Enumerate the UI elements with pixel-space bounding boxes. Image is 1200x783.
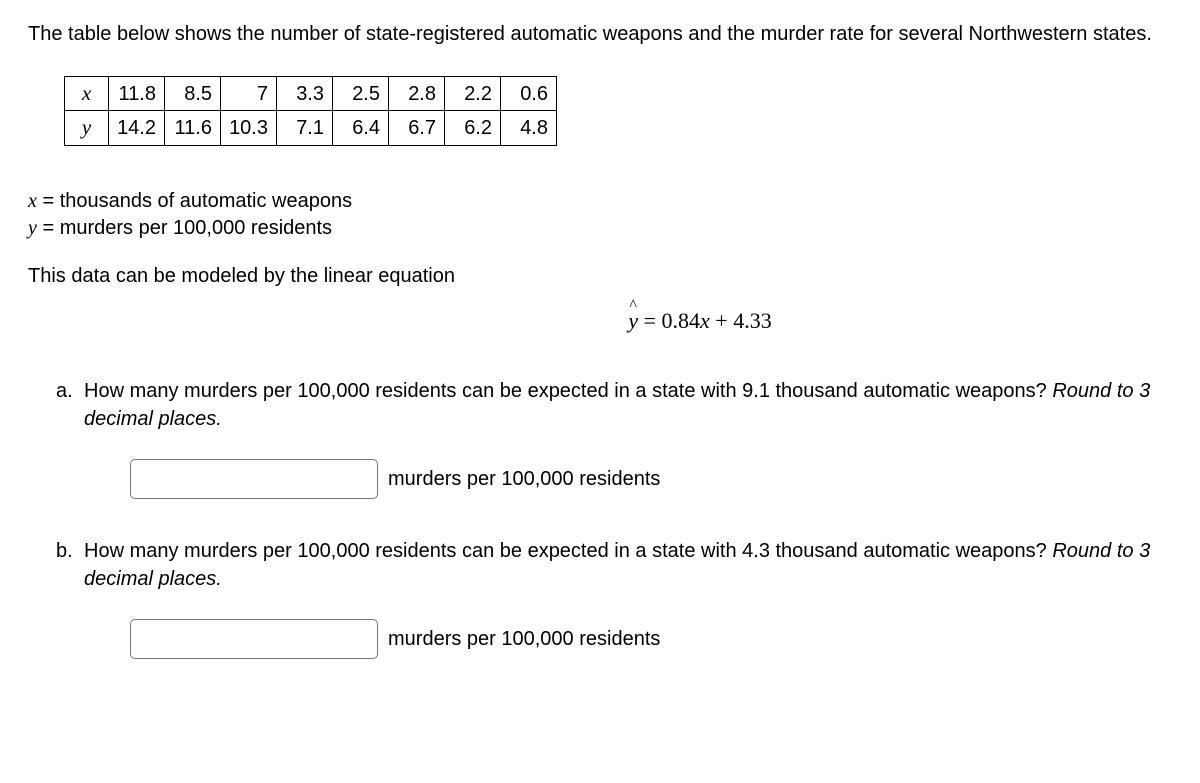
answer-row-b: murders per 100,000 residents xyxy=(56,619,1172,659)
plus: + xyxy=(710,308,733,333)
table-row-x: x 11.8 8.5 7 3.3 2.5 2.8 2.2 0.6 xyxy=(65,77,557,111)
q-a-text: How many murders per 100,000 residents c… xyxy=(84,380,1052,402)
question-a: a. How many murders per 100,000 resident… xyxy=(56,377,1172,433)
question-letter: a. xyxy=(56,377,80,433)
answer-input-b[interactable] xyxy=(130,619,378,659)
row-header-y: y xyxy=(65,111,109,145)
model-prompt: This data can be modeled by the linear e… xyxy=(28,262,1172,290)
table-cell: 2.8 xyxy=(389,77,445,111)
regression-equation: y = 0.84x + 4.33 xyxy=(28,306,1172,337)
table-cell: 11.8 xyxy=(109,77,165,111)
table-cell: 4.8 xyxy=(501,111,557,145)
y-definition: y = murders per 100,000 residents xyxy=(28,215,1172,242)
x-eq: = xyxy=(37,190,60,212)
variable-definitions: x = thousands of automatic weapons y = m… xyxy=(28,188,1172,242)
q-b-text: How many murders per 100,000 residents c… xyxy=(84,540,1052,562)
answer-unit-a: murders per 100,000 residents xyxy=(388,465,660,493)
x-var: x xyxy=(28,190,37,212)
table-cell: 10.3 xyxy=(221,111,277,145)
table-cell: 2.5 xyxy=(333,77,389,111)
table-cell: 11.6 xyxy=(165,111,221,145)
question-text: How many murders per 100,000 residents c… xyxy=(84,377,1172,433)
table-cell: 3.3 xyxy=(277,77,333,111)
questions: a. How many murders per 100,000 resident… xyxy=(28,377,1172,659)
table-cell: 6.2 xyxy=(445,111,501,145)
data-table: x 11.8 8.5 7 3.3 2.5 2.8 2.2 0.6 y 14.2 … xyxy=(64,76,557,146)
y-hat: y xyxy=(628,306,638,337)
table-cell: 7.1 xyxy=(277,111,333,145)
answer-row-a: murders per 100,000 residents xyxy=(56,459,1172,499)
x-desc: thousands of automatic weapons xyxy=(60,190,352,212)
row-header-x: x xyxy=(65,77,109,111)
table-row-y: y 14.2 11.6 10.3 7.1 6.4 6.7 6.2 4.8 xyxy=(65,111,557,145)
equals: = xyxy=(638,308,661,333)
y-desc: murders per 100,000 residents xyxy=(60,217,332,239)
table-cell: 0.6 xyxy=(501,77,557,111)
table-cell: 2.2 xyxy=(445,77,501,111)
question-text: How many murders per 100,000 residents c… xyxy=(84,537,1172,593)
question-b: b. How many murders per 100,000 resident… xyxy=(56,537,1172,593)
table-cell: 6.4 xyxy=(333,111,389,145)
y-eq: = xyxy=(37,217,60,239)
table-cell: 8.5 xyxy=(165,77,221,111)
x-in-eq: x xyxy=(700,308,710,333)
intercept: 4.33 xyxy=(733,308,772,333)
y-var: y xyxy=(28,217,37,239)
answer-unit-b: murders per 100,000 residents xyxy=(388,625,660,653)
table-cell: 14.2 xyxy=(109,111,165,145)
table-cell: 6.7 xyxy=(389,111,445,145)
intro-text: The table below shows the number of stat… xyxy=(28,20,1172,48)
slope: 0.84 xyxy=(662,308,701,333)
question-letter: b. xyxy=(56,537,80,593)
table-cell: 7 xyxy=(221,77,277,111)
answer-input-a[interactable] xyxy=(130,459,378,499)
x-definition: x = thousands of automatic weapons xyxy=(28,188,1172,215)
